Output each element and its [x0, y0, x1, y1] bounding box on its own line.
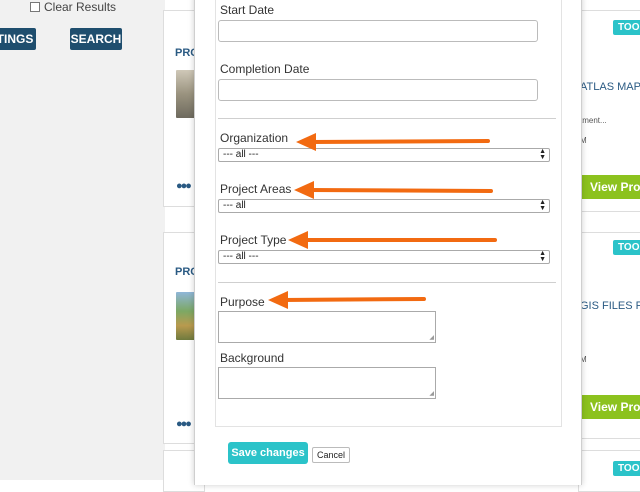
project-areas-select[interactable]: --- all ▲ ▼: [218, 199, 550, 213]
save-changes-button[interactable]: Save changes: [228, 442, 308, 464]
people-icon: ●●●: [176, 418, 192, 430]
search-button[interactable]: SEARCH: [70, 28, 122, 50]
purpose-label: Purpose: [220, 295, 265, 309]
view-project-button[interactable]: View Proj: [581, 175, 640, 199]
organization-select[interactable]: --- all --- ▲ ▼: [218, 148, 550, 162]
clear-results-label: Clear Results: [44, 0, 117, 14]
resize-grip-icon[interactable]: ◢: [429, 391, 434, 397]
project-areas-label: Project Areas: [220, 182, 292, 196]
tool-badge: TOOI: [613, 20, 640, 35]
left-panel: [0, 0, 165, 480]
select-arrows-icon: ▲ ▼: [539, 199, 546, 212]
project-type-label: Project Type: [220, 233, 287, 247]
organization-select-value: --- all ---: [223, 149, 259, 160]
background-textarea[interactable]: ◢: [218, 367, 436, 399]
divider: [218, 118, 556, 119]
background-label: Background: [220, 351, 285, 365]
clear-results-checkbox[interactable]: [30, 2, 40, 12]
people-icon: ●●●: [176, 180, 192, 192]
clear-results-row[interactable]: Clear Results: [30, 0, 116, 14]
project-areas-select-value: --- all: [223, 200, 246, 211]
project-type-select[interactable]: --- all --- ▲ ▼: [218, 250, 550, 264]
start-date-input[interactable]: [218, 20, 538, 42]
start-date-label: Start Date: [220, 3, 275, 17]
tool-badge: TOOI: [613, 461, 640, 476]
organization-label: Organization: [220, 131, 289, 145]
settings-button[interactable]: TINGS: [0, 28, 36, 50]
tool-badge: TOOI: [613, 240, 640, 255]
select-arrows-icon: ▲ ▼: [539, 148, 546, 161]
cancel-button[interactable]: Cancel: [312, 447, 350, 463]
resize-grip-icon[interactable]: ◢: [429, 335, 434, 341]
select-arrows-icon: ▲ ▼: [539, 250, 546, 263]
completion-date-input[interactable]: [218, 79, 538, 101]
purpose-textarea[interactable]: ◢: [218, 311, 436, 343]
tool-card-snippet: tment...: [580, 116, 607, 125]
tool-card-title[interactable]: ATLAS MAP: [580, 81, 640, 93]
completion-date-label: Completion Date: [220, 62, 310, 76]
project-type-select-value: --- all ---: [223, 251, 259, 262]
tool-card-title[interactable]: GIS FILES FO: [580, 300, 640, 312]
divider: [218, 282, 556, 283]
view-project-button[interactable]: View Proj: [581, 395, 640, 419]
